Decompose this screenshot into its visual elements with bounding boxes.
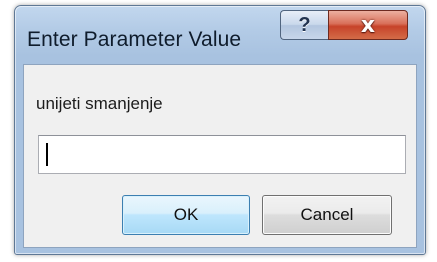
parameter-prompt-label: unijeti smanjenje xyxy=(36,94,163,113)
text-caret xyxy=(46,143,48,166)
cancel-button[interactable]: Cancel xyxy=(262,195,392,235)
help-icon: ? xyxy=(298,13,311,36)
close-icon: x xyxy=(360,12,376,38)
ok-button[interactable]: OK xyxy=(122,195,250,235)
close-button[interactable]: x xyxy=(328,10,408,40)
dialog-body: unijeti smanjenje OK Cancel xyxy=(23,64,417,248)
parameter-value-input[interactable] xyxy=(38,135,406,174)
dialog-title: Enter Parameter Value xyxy=(27,28,242,51)
help-button[interactable]: ? xyxy=(280,10,328,40)
title-bar[interactable]: Enter Parameter Value ? x xyxy=(15,6,425,64)
parameter-dialog: Enter Parameter Value ? x unijeti smanje… xyxy=(14,5,426,255)
